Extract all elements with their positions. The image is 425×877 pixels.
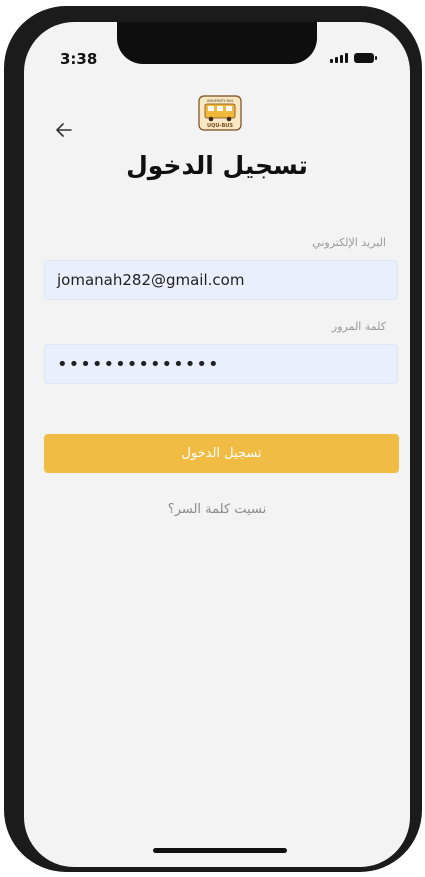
logo-top-text: UNIVERSITY BUS: [207, 99, 233, 103]
forgot-password-link[interactable]: نسيت كلمة السر؟: [24, 502, 410, 517]
signal-icon: [330, 52, 348, 63]
status-icons: [330, 52, 377, 63]
back-arrow-icon[interactable]: [52, 118, 76, 142]
status-time: 3:38: [60, 50, 98, 68]
password-field[interactable]: ••••••••••••••: [44, 344, 398, 384]
login-button-label: تسجيل الدخول: [181, 446, 262, 461]
page-title: تسجيل الدخول: [126, 151, 308, 180]
uqu-bus-logo: UNIVERSITY BUS UQU-BUS: [198, 95, 242, 131]
app-screen: 3:38 UNIVERSITY BUS UQU-BUS تسجيل الدخول…: [24, 22, 410, 867]
phone-frame: 3:38 UNIVERSITY BUS UQU-BUS تسجيل الدخول…: [4, 6, 422, 872]
password-label: كلمة المرور: [331, 320, 386, 333]
email-label: البريد الإلكتروني: [312, 236, 386, 249]
email-field[interactable]: jomanah282@gmail.com: [44, 260, 398, 300]
home-indicator[interactable]: [153, 848, 287, 853]
device-notch: [117, 22, 317, 64]
password-value: ••••••••••••••: [57, 353, 220, 375]
logo-bottom-text: UQU-BUS: [207, 123, 233, 129]
battery-icon: [354, 53, 377, 63]
login-button[interactable]: تسجيل الدخول: [44, 434, 399, 473]
email-value: jomanah282@gmail.com: [57, 271, 245, 289]
